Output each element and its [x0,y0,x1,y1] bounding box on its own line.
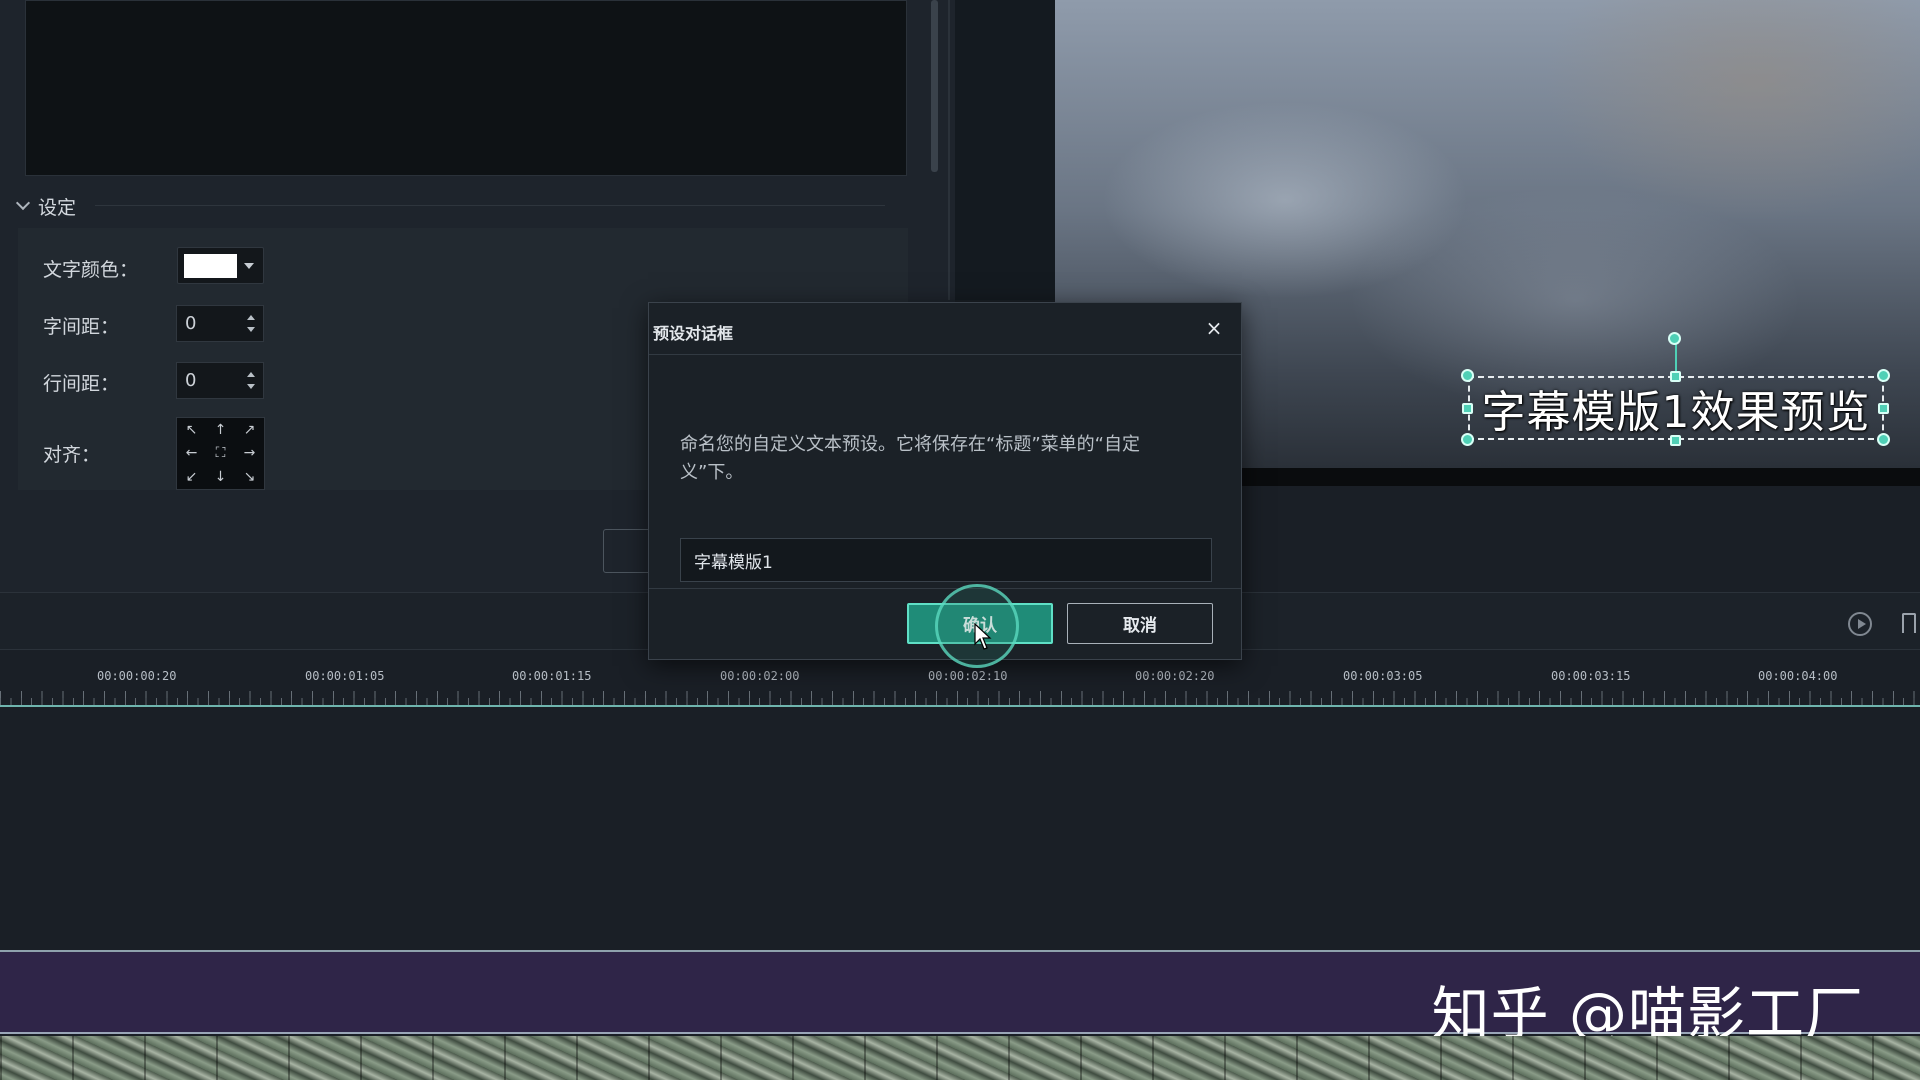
resize-handle-top[interactable] [1670,371,1681,382]
increment-arrow-icon[interactable] [247,315,255,320]
align-bottom-right-icon[interactable]: ↘ [235,465,264,489]
chevron-down-icon [15,195,31,211]
line-spacing-value: 0 [185,370,197,391]
letter-spacing-value: 0 [185,313,197,334]
align-left-icon[interactable]: ← [177,442,206,466]
resize-handle-bottom-left[interactable] [1461,433,1474,446]
align-bottom-icon[interactable]: ↓ [206,465,235,489]
cancel-button[interactable]: 取消 [1067,603,1213,644]
settings-section-header[interactable]: 设定 [15,193,77,219]
align-label: 对齐： [43,444,101,466]
video-letterbox [1240,468,1920,486]
timecode-label: 00:00:02:20 [1135,669,1215,683]
preset-name-input[interactable] [680,538,1212,582]
text-color-picker[interactable] [177,247,264,284]
confirm-button[interactable]: 确认 [907,603,1053,644]
panel-scrollbar[interactable] [931,0,938,172]
caption-selection-box[interactable]: 字幕模版1效果预览 [1468,376,1884,440]
timecode-label: 00:00:02:00 [720,669,800,683]
resize-handle-left[interactable] [1462,403,1473,414]
play-icon[interactable] [1848,612,1872,636]
decrement-arrow-icon[interactable] [247,327,255,332]
timecode-label: 00:00:03:05 [1343,669,1423,683]
settings-header-label: 设定 [38,196,77,219]
alignment-grid[interactable]: ↖ ↑ ↗ ← ⛶ → ↙ ↓ ↘ [176,417,265,490]
resize-handle-bottom-right[interactable] [1877,433,1890,446]
letter-spacing-label: 字间距： [43,316,120,338]
marker-icon[interactable] [1902,613,1916,633]
resize-handle-top-left[interactable] [1461,369,1474,382]
resize-handle-right[interactable] [1878,403,1889,414]
preview-margin [955,0,1055,300]
timecode-label: 00:00:01:15 [512,669,592,683]
line-spacing-label: 行间距： [43,373,120,395]
line-spacing-stepper[interactable]: 0 [176,362,264,399]
ruler-baseline [0,705,1920,707]
divider [95,205,885,206]
close-icon[interactable]: × [1201,315,1227,341]
timecode-label: 00:00:02:10 [928,669,1008,683]
timecode-label: 00:00:04:00 [1758,669,1838,683]
dialog-titlebar[interactable]: 预设对话框 × [649,303,1241,355]
align-right-icon[interactable]: → [235,442,264,466]
align-top-left-icon[interactable]: ↖ [177,418,206,442]
align-top-right-icon[interactable]: ↗ [235,418,264,442]
letter-spacing-stepper[interactable]: 0 [176,305,264,342]
timecode-label: 00:00:01:05 [305,669,385,683]
increment-arrow-icon[interactable] [247,372,255,377]
panel-divider [948,0,950,300]
dialog-message: 命名您的自定义文本预设。它将保存在“标题”菜单的“自定义”下。 [680,434,1140,483]
align-bottom-left-icon[interactable]: ↙ [177,465,206,489]
resize-handle-top-right[interactable] [1877,369,1890,382]
timecode-label: 00:00:03:15 [1551,669,1631,683]
dropdown-arrow-icon [244,263,254,269]
align-top-icon[interactable]: ↑ [206,418,235,442]
timecode-label: 00:00:00:20 [97,669,177,683]
dialog-title: 预设对话框 [653,324,734,343]
preset-dialog: 预设对话框 × 命名您的自定义文本预设。它将保存在“标题”菜单的“自定义”下。 … [648,302,1242,660]
decrement-arrow-icon[interactable] [247,384,255,389]
rotation-handle[interactable] [1668,332,1681,345]
caption-text[interactable]: 字幕模版1效果预览 [1482,376,1871,440]
video-filmstrip[interactable] [0,1036,1920,1080]
dialog-divider [649,588,1241,589]
watermark-banner: 知乎 @喵影工厂 [0,952,1920,1048]
text-color-label: 文字颜色： [43,259,139,281]
text-preview-box [25,0,907,176]
color-swatch [184,254,237,278]
ruler-minor-ticks [0,698,1920,705]
resize-handle-bottom[interactable] [1670,435,1681,446]
align-center-icon[interactable]: ⛶ [206,442,235,466]
